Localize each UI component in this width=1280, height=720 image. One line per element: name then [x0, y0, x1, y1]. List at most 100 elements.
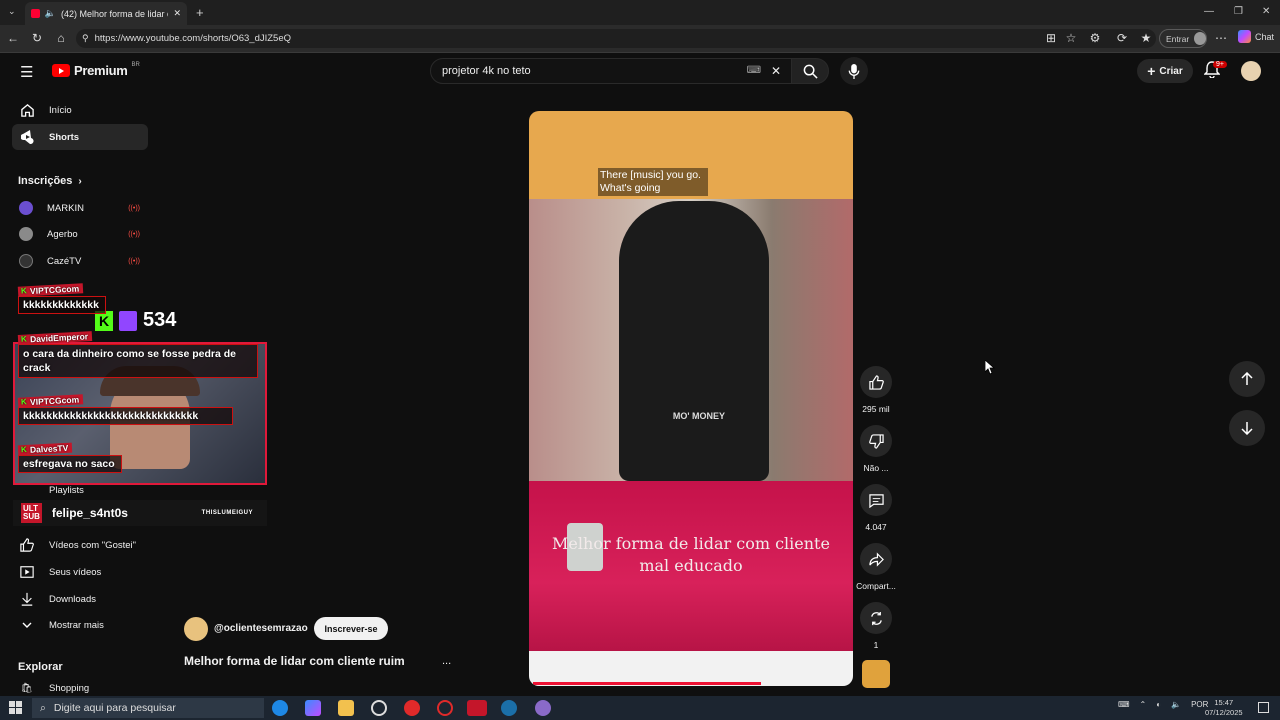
taskbar-search-input[interactable]: ⌕ Digite aqui para pesquisar [32, 698, 264, 718]
explore-heading: Explorar [18, 661, 63, 673]
copilot-chat-button[interactable]: Chat [1238, 30, 1274, 43]
media-player-icon[interactable] [404, 700, 420, 716]
video-progress-bar[interactable] [533, 682, 761, 685]
favorite-star-icon[interactable]: ☆ [1064, 31, 1078, 45]
thumbs-down-icon [860, 425, 892, 457]
sync-icon[interactable]: ⟳ [1115, 31, 1129, 45]
close-window-icon[interactable]: ✕ [1262, 6, 1270, 17]
next-short-button[interactable] [1229, 410, 1265, 446]
app-icon[interactable] [535, 700, 551, 716]
chat-text: esfregava no saco [18, 455, 122, 473]
profile-avatar-icon [1194, 32, 1206, 45]
taskbar-clock[interactable]: 15:47 07/12/2025 [1205, 698, 1243, 718]
shirt-print-text: MO' MONEY [672, 411, 726, 421]
network-icon: ◐ [1156, 700, 1162, 709]
game-app-icon[interactable] [467, 700, 487, 716]
site-info-icon[interactable]: ⚲ [82, 33, 89, 44]
chat-text: kkkkkkkkkkkkk [18, 296, 106, 314]
favorites-icon[interactable]: ★ [1139, 31, 1153, 45]
sidebar-item-inicio[interactable]: Início [12, 97, 148, 123]
clear-search-icon[interactable]: ✕ [771, 64, 781, 78]
sidebar-sub-markin[interactable]: MARKIN ((•)) [12, 195, 148, 221]
channel-avatar[interactable] [184, 617, 208, 641]
subscriptions-title: Inscrições [18, 175, 73, 187]
audio-icon[interactable]: 🔈 [45, 8, 56, 19]
more-menu-icon[interactable]: ⋯ [1214, 31, 1228, 45]
channel-thumbnail[interactable] [862, 660, 890, 688]
search-input[interactable]: projetor 4k no teto ⌨ ✕ [430, 58, 792, 84]
channel-handle[interactable]: @oclientesemrazao [214, 623, 308, 634]
previous-short-button[interactable] [1229, 361, 1265, 397]
url-field[interactable]: ⚲ https://www.youtube.com/shorts/O63_dJI… [76, 29, 1156, 48]
search-button[interactable] [791, 58, 829, 84]
new-tab-icon[interactable]: + [196, 5, 204, 20]
opera-icon[interactable] [437, 700, 453, 716]
channel-avatar [19, 227, 33, 241]
copilot-taskbar-icon[interactable] [305, 700, 321, 716]
subscribe-button[interactable]: Inscrever-se [314, 617, 388, 640]
sidebar-item-shorts[interactable]: Shorts [12, 124, 148, 150]
keyboard-icon[interactable]: ⌨ [747, 65, 761, 76]
account-avatar[interactable] [1241, 61, 1261, 81]
home-browser-icon[interactable]: ⌂ [54, 31, 68, 45]
sidebar-item-playlists[interactable]: Playlists [12, 478, 148, 502]
dislike-button[interactable]: Não ... [856, 425, 896, 473]
tab-actions-icon[interactable]: ⌄ [8, 6, 16, 17]
sidebar-item-shopping[interactable]: 🛍 Shopping [12, 680, 148, 696]
sidebar-item-show-more[interactable]: Mostrar mais [12, 612, 148, 638]
system-tray[interactable]: ⌨ ⌃ ◐ 🔈 POR [1118, 700, 1208, 709]
close-tab-icon[interactable]: ✕ [173, 8, 181, 19]
arrow-up-icon [1241, 372, 1253, 385]
create-button[interactable]: + Criar [1137, 59, 1193, 83]
sidebar-item-label: Vídeos com "Gostei" [49, 539, 137, 551]
voice-search-button[interactable] [840, 57, 868, 85]
maximize-icon[interactable]: ❐ [1234, 6, 1243, 17]
file-explorer-icon[interactable] [338, 700, 354, 716]
browser-tab[interactable]: 🔈 (42) Melhor forma de lidar co ✕ [25, 2, 187, 25]
hamburger-menu-icon[interactable]: ☰ [20, 63, 33, 81]
youtube-favicon-icon [31, 9, 40, 18]
share-button[interactable]: Compart... [856, 543, 896, 591]
more-options-button[interactable]: ... [442, 655, 451, 667]
chat-text: kkkkkkkkkkkkkkkkkkkkkkkkkkkkkk [18, 407, 233, 425]
live-icon: ((•)) [128, 230, 140, 238]
share-icon [860, 543, 892, 575]
settings-app-icon[interactable] [371, 700, 387, 716]
video-subtitle: There [music] you go. What's going [598, 168, 708, 196]
remix-button[interactable]: 1 [856, 602, 896, 650]
comments-button[interactable]: 4.047 [856, 484, 896, 532]
shorts-video-player[interactable]: MO' MONEY There [music] you go. What's g… [529, 111, 853, 686]
like-button[interactable]: 295 mil [856, 366, 896, 414]
sidebar-sub-cazetv[interactable]: CazéTV ((•)) [12, 248, 148, 274]
remix-count: 1 [873, 640, 879, 650]
sidebar-sub-agerbo[interactable]: Agerbo ((•)) [12, 221, 148, 247]
sign-in-button[interactable]: Entrar [1159, 29, 1207, 48]
extensions-icon[interactable]: ⚙ [1088, 31, 1102, 45]
sidebar-item-label: Mostrar mais [49, 619, 104, 631]
app-icon[interactable]: ⊞ [1044, 31, 1058, 45]
youtube-logo[interactable]: Premium BR [52, 61, 140, 78]
plus-icon: + [1147, 63, 1156, 79]
reload-icon[interactable]: ↻ [30, 31, 44, 45]
like-count: 295 mil [862, 404, 890, 414]
like-icon [19, 537, 35, 553]
sidebar-item-downloads[interactable]: Downloads [12, 586, 148, 612]
subscriptions-heading[interactable]: Inscrições › [18, 175, 82, 187]
sidebar-item-label: Shorts [49, 131, 80, 143]
comment-icon [860, 484, 892, 516]
chevron-down-icon [19, 617, 35, 633]
logo-text: Premium [74, 63, 128, 78]
share-label: Compart... [856, 581, 896, 591]
video-title: Melhor forma de lidar com cliente ruim [184, 654, 405, 668]
edge-icon[interactable] [272, 700, 288, 716]
sidebar-item-liked-videos[interactable]: Vídeos com "Gostei" [12, 532, 148, 558]
notifications-center-icon[interactable] [1258, 702, 1269, 713]
minimize-icon[interactable]: — [1204, 6, 1214, 17]
copilot-icon [1238, 30, 1251, 43]
back-icon[interactable]: ← [6, 31, 20, 45]
sidebar-item-your-videos[interactable]: Seus vídeos [12, 559, 148, 585]
steam-icon[interactable] [501, 700, 517, 716]
windows-start-icon[interactable] [9, 701, 22, 714]
logo-country: BR [131, 61, 140, 68]
chat-message: DavidEmperor o cara da dinheiro como se … [17, 331, 258, 378]
